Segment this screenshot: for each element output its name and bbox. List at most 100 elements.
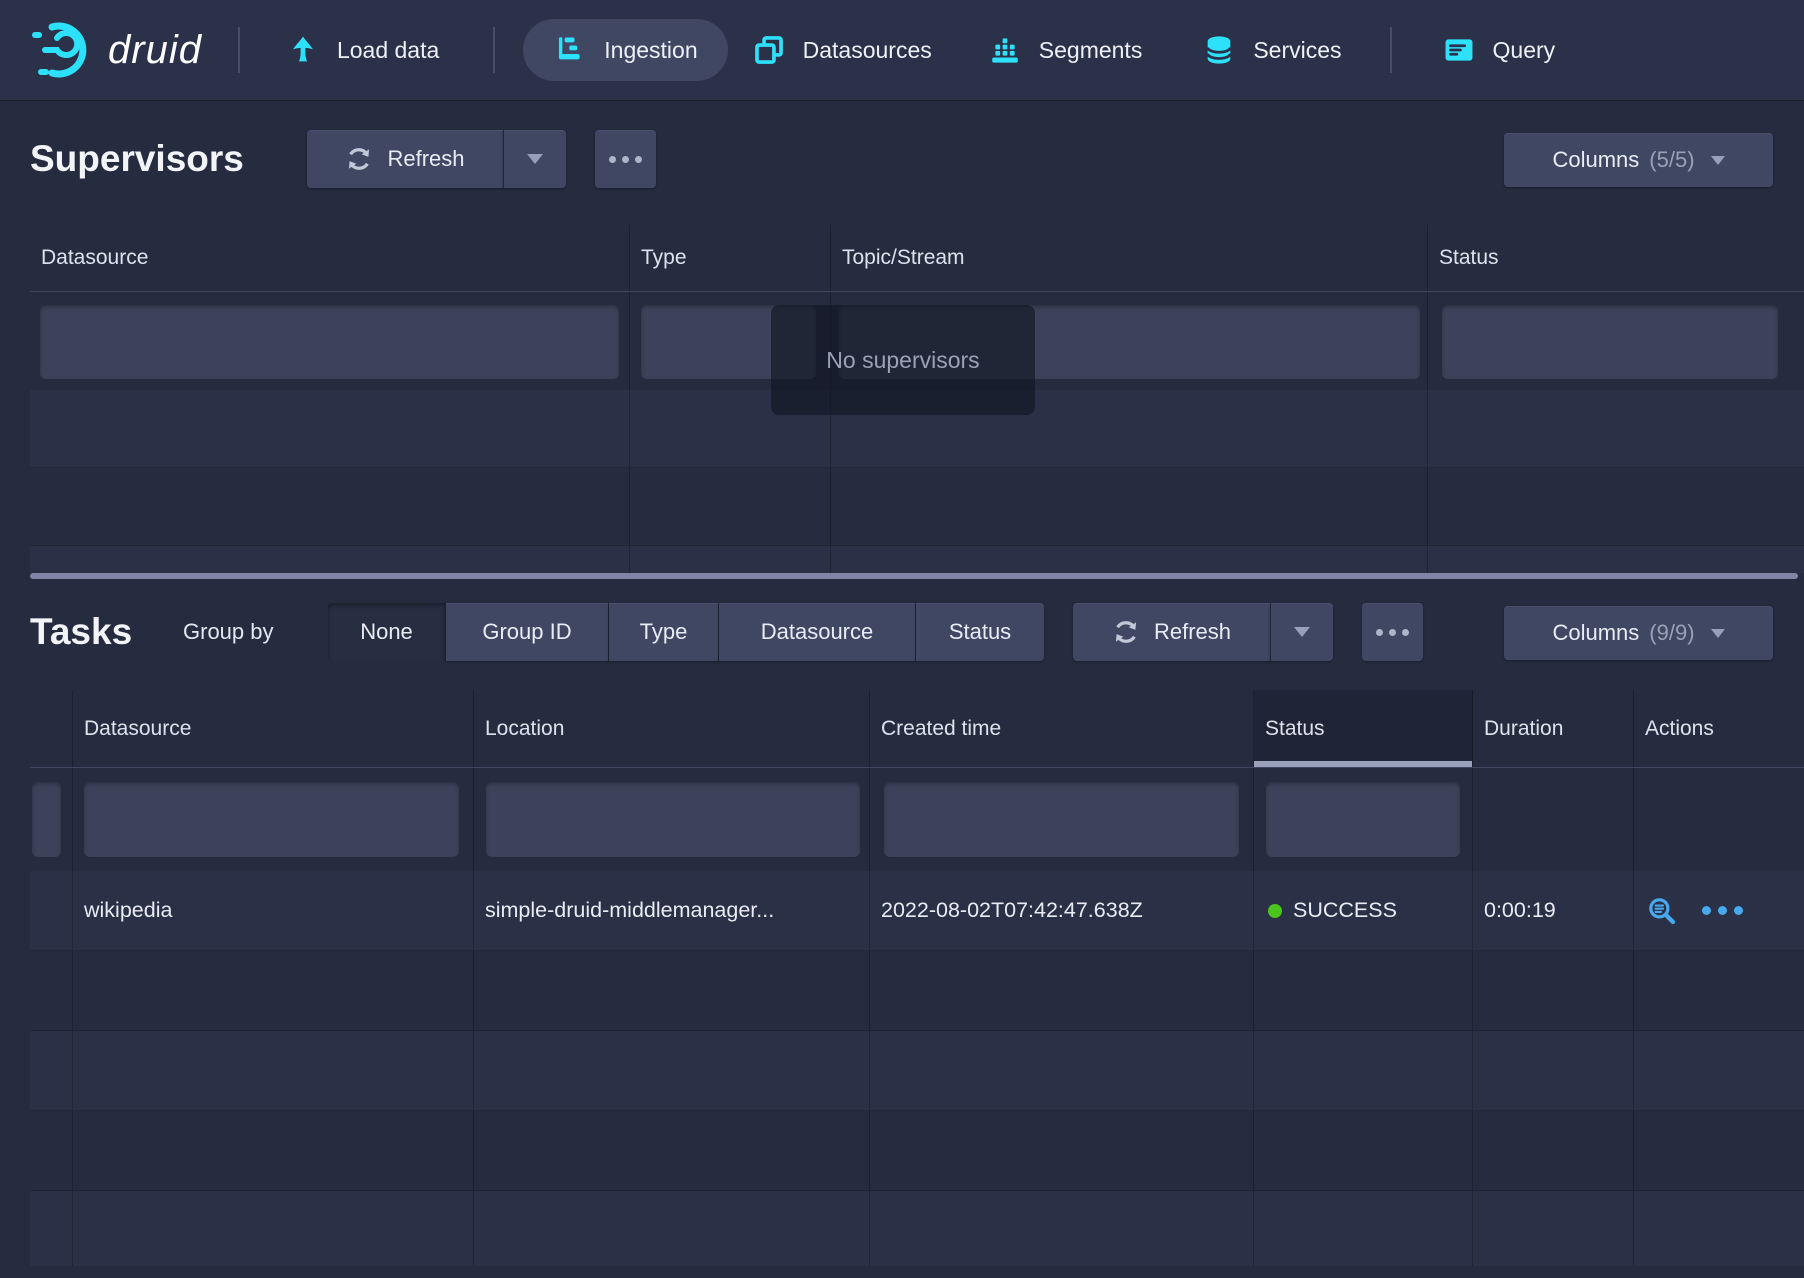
more-icon <box>609 156 642 163</box>
datasources-icon <box>752 33 786 67</box>
nav-item-label: Ingestion <box>604 37 697 64</box>
empty-row <box>30 468 1804 546</box>
supervisors-columns-button[interactable]: Columns (5/5) <box>1504 133 1773 187</box>
group-by-group-id-button[interactable]: Group ID <box>446 603 609 661</box>
column-header-topic-stream[interactable]: Topic/Stream <box>831 225 1428 291</box>
column-header-location[interactable]: Location <box>474 690 870 767</box>
nav-item-query[interactable]: Query <box>1442 33 1556 67</box>
query-icon <box>1442 33 1476 67</box>
empty-row <box>30 951 1804 1031</box>
group-by-button-group: None Group ID Type Datasource Status <box>328 603 1044 661</box>
nav-item-segments[interactable]: Segments <box>988 33 1143 67</box>
caret-down-icon <box>1711 629 1725 638</box>
empty-row <box>30 1191 1804 1266</box>
empty-message: No supervisors <box>826 347 979 374</box>
empty-row <box>30 1031 1804 1111</box>
task-details-magnifier-icon[interactable] <box>1646 895 1678 927</box>
supervisors-refresh-caret-button[interactable] <box>503 130 566 188</box>
ingestion-icon <box>553 33 587 67</box>
top-nav-bar: druid Load data Ingestion Datasources <box>0 0 1804 100</box>
horizontal-scrollbar-thumb[interactable] <box>30 573 1798 579</box>
column-header-duration[interactable]: Duration <box>1473 690 1634 767</box>
refresh-label: Refresh <box>1154 619 1231 645</box>
nav-divider <box>238 27 240 73</box>
tasks-refresh-split-button: Refresh <box>1073 603 1333 661</box>
supervisors-refresh-split-button: Refresh <box>307 130 566 188</box>
column-header-gutter[interactable] <box>30 690 73 767</box>
no-supervisors-overlay: No supervisors <box>771 305 1035 415</box>
group-by-datasource-button[interactable]: Datasource <box>719 603 916 661</box>
nav-item-ingestion[interactable]: Ingestion <box>523 19 727 81</box>
nav-divider <box>1390 27 1392 73</box>
gutter-filter-input[interactable] <box>32 782 61 857</box>
column-header-datasource[interactable]: Datasource <box>30 225 630 291</box>
columns-label: Columns <box>1552 147 1639 173</box>
tasks-refresh-caret-button[interactable] <box>1270 603 1333 661</box>
column-header-datasource[interactable]: Datasource <box>73 690 474 767</box>
tasks-header-row: Datasource Location Created time Status … <box>30 690 1804 768</box>
supervisors-refresh-button[interactable]: Refresh <box>307 130 503 188</box>
tasks-columns-button[interactable]: Columns (9/9) <box>1504 606 1773 660</box>
cell-location: simple-druid-middlemanager... <box>474 871 870 950</box>
empty-row <box>30 1111 1804 1191</box>
task-actions-more-icon[interactable] <box>1702 906 1743 915</box>
empty-row <box>30 546 1804 573</box>
column-header-actions[interactable]: Actions <box>1634 690 1804 767</box>
columns-count: (5/5) <box>1649 147 1694 173</box>
caret-down-icon <box>527 154 543 164</box>
refresh-icon <box>345 145 373 173</box>
table-row-wikipedia[interactable]: wikipedia simple-druid-middlemanager... … <box>30 871 1804 951</box>
services-icon <box>1202 33 1236 67</box>
nav-item-label: Load data <box>337 37 439 64</box>
datasource-filter-input[interactable] <box>40 305 619 379</box>
nav-item-label: Services <box>1253 37 1341 64</box>
success-dot-icon <box>1268 904 1282 918</box>
nav-item-datasources[interactable]: Datasources <box>752 33 932 67</box>
druid-logo: druid <box>30 20 202 80</box>
nav-item-label: Datasources <box>803 37 932 64</box>
nav-item-load-data[interactable]: Load data <box>286 33 439 67</box>
tasks-table: Datasource Location Created time Status … <box>30 690 1804 1266</box>
nav-item-services[interactable]: Services <box>1202 33 1341 67</box>
nav-divider <box>493 27 495 73</box>
refresh-icon <box>1112 618 1140 646</box>
caret-down-icon <box>1294 627 1310 637</box>
column-header-status[interactable]: Status <box>1428 225 1804 291</box>
group-by-status-button[interactable]: Status <box>916 603 1044 661</box>
brand-wordmark: druid <box>108 28 202 73</box>
columns-count: (9/9) <box>1649 620 1694 646</box>
group-by-type-button[interactable]: Type <box>609 603 719 661</box>
more-icon <box>1376 629 1409 636</box>
tasks-title: Tasks <box>30 601 132 663</box>
column-header-status-sorted[interactable]: Status <box>1254 690 1473 767</box>
refresh-label: Refresh <box>387 146 464 172</box>
segments-icon <box>988 33 1022 67</box>
status-text: SUCCESS <box>1293 898 1397 923</box>
supervisors-table: Datasource Type Topic/Stream Status No s… <box>30 225 1804 579</box>
tasks-filter-row <box>30 768 1804 871</box>
status-filter-input[interactable] <box>1442 305 1778 379</box>
nav-item-label: Segments <box>1039 37 1143 64</box>
supervisors-title: Supervisors <box>30 128 244 190</box>
status-filter-input[interactable] <box>1266 782 1460 857</box>
nav-item-label: Query <box>1493 37 1556 64</box>
cell-duration: 0:00:19 <box>1473 871 1634 950</box>
group-by-label: Group by <box>183 601 274 663</box>
caret-down-icon <box>1711 156 1725 165</box>
cell-created-time: 2022-08-02T07:42:47.638Z <box>870 871 1254 950</box>
datasource-filter-input[interactable] <box>84 782 459 857</box>
supervisors-header-row: Datasource Type Topic/Stream Status <box>30 225 1804 292</box>
group-by-none-button[interactable]: None <box>328 603 446 661</box>
supervisors-more-button[interactable] <box>595 130 656 188</box>
druid-logo-icon <box>30 20 94 80</box>
cell-datasource[interactable]: wikipedia <box>73 871 474 950</box>
tasks-refresh-button[interactable]: Refresh <box>1073 603 1270 661</box>
column-header-type[interactable]: Type <box>630 225 831 291</box>
columns-label: Columns <box>1552 620 1639 646</box>
created-time-filter-input[interactable] <box>884 782 1239 857</box>
status-badge[interactable]: SUCCESS <box>1254 871 1472 950</box>
location-filter-input[interactable] <box>486 782 860 857</box>
column-header-created-time[interactable]: Created time <box>870 690 1254 767</box>
tasks-more-button[interactable] <box>1362 603 1423 661</box>
load-data-icon <box>286 33 320 67</box>
